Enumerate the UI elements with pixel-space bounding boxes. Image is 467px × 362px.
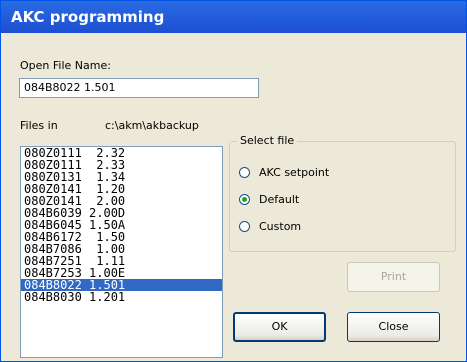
ok-button[interactable]: OK (233, 312, 326, 342)
file-list-item[interactable]: 084B8030 1.201 (21, 291, 222, 303)
open-file-name-input[interactable]: 084B8022 1.501 (19, 78, 259, 98)
radio-akc-setpoint[interactable]: AKC setpoint (239, 165, 429, 181)
radio-indicator (239, 194, 250, 205)
radio-label: Default (259, 193, 300, 206)
radio-default[interactable]: Default (239, 192, 429, 208)
radio-indicator (239, 221, 250, 232)
radio-label: Custom (259, 220, 302, 233)
open-file-name-label: Open File Name: (20, 59, 111, 72)
close-button[interactable]: Close (347, 312, 440, 342)
radio-label: AKC setpoint (259, 166, 330, 179)
akc-programming-window: AKC programming Open File Name: 084B8022… (0, 0, 467, 362)
files-path-text: c:\akm\akbackup (105, 119, 199, 132)
window-title: AKC programming (11, 8, 165, 26)
select-file-title: Select file (237, 134, 298, 147)
radio-custom[interactable]: Custom (239, 219, 429, 235)
radio-indicator (239, 167, 250, 178)
files-listbox[interactable]: 080Z0111 2.32 080Z0111 2.33 080Z0131 1.34 0… (20, 146, 223, 358)
title-bar: AKC programming (1, 1, 466, 33)
files-in-label: Files in (20, 119, 58, 132)
print-button[interactable]: Print (347, 262, 440, 292)
